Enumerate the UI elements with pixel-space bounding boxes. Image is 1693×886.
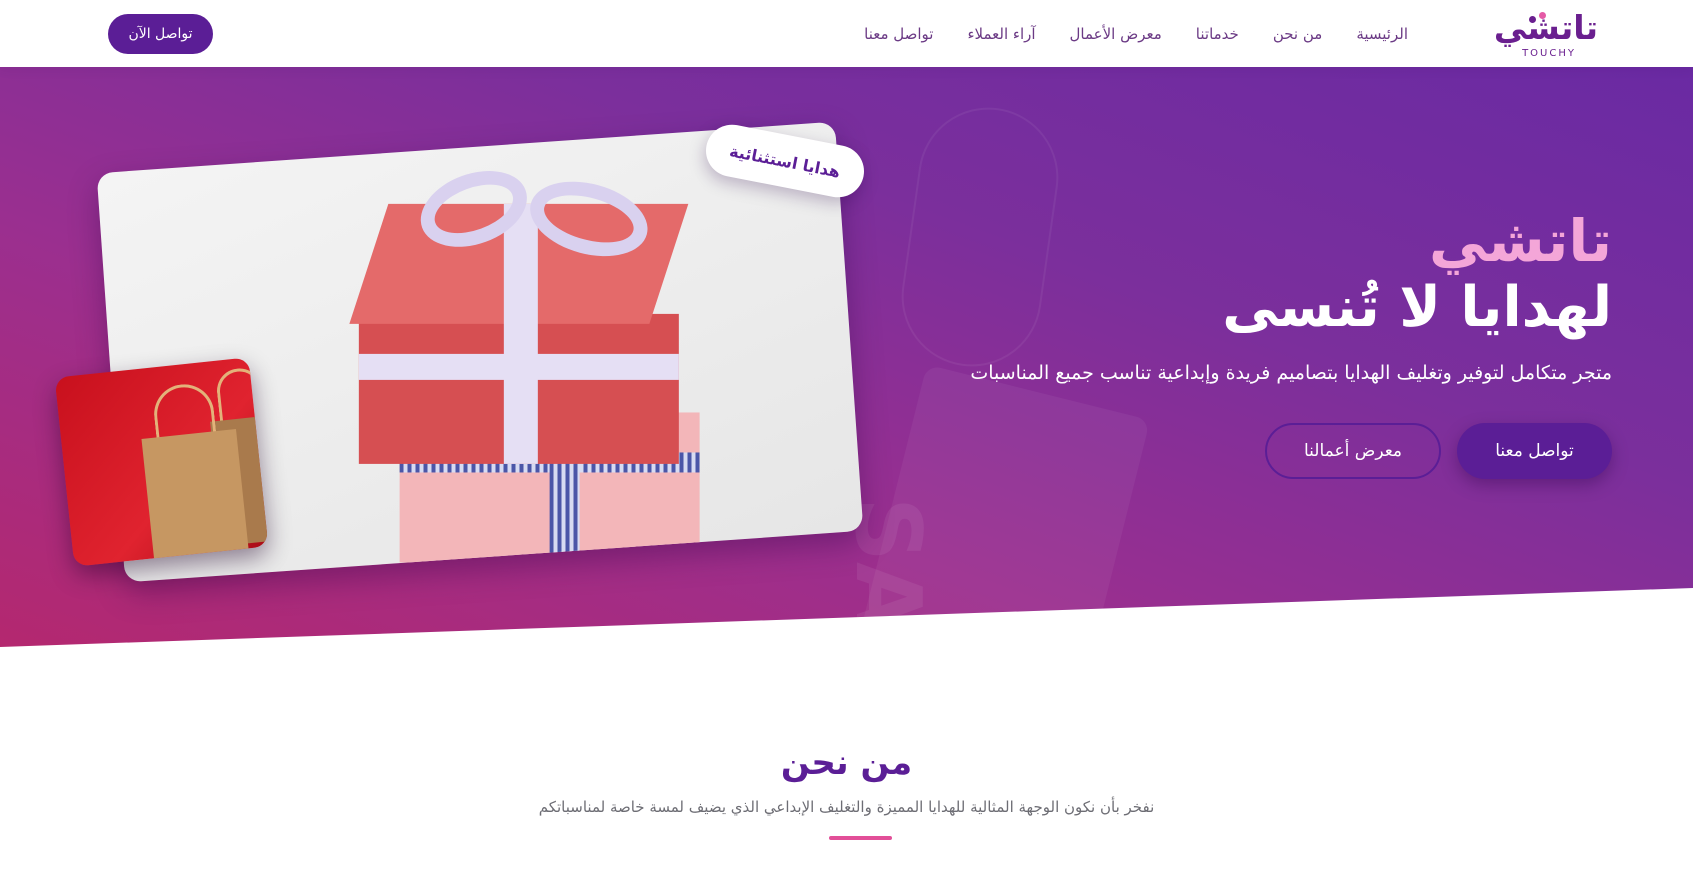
hero-bags-image xyxy=(54,357,269,567)
nav-link-contact[interactable]: تواصل معنا xyxy=(864,25,933,43)
hero-title-brand: تاتشي xyxy=(1428,207,1612,275)
hero-bg-loop-shape xyxy=(892,98,1068,376)
logo[interactable]: تاتشي TOUCHY xyxy=(1488,8,1599,60)
gift-box-red xyxy=(349,157,689,464)
about-title: من نحن xyxy=(780,743,913,783)
contact-now-button[interactable]: تواصل الآن xyxy=(108,14,213,54)
hero-subtitle: متجر متكامل لتوفير وتغليف الهدايا بتصامي… xyxy=(970,362,1612,384)
nav-link-testimonials[interactable]: آراء العملاء xyxy=(967,25,1035,43)
ribbon-lilac-v xyxy=(503,203,538,464)
main-nav: الرئيسية من نحن خدماتنا معرض الأعمال آرا… xyxy=(864,0,1408,67)
logo-dot-icon xyxy=(1529,16,1536,23)
hero-title-tagline: لهدايا لا تُنسى xyxy=(1222,275,1612,340)
paper-bag xyxy=(141,429,250,564)
logo-text-en: TOUCHY xyxy=(1522,48,1576,59)
navbar: تاتشي TOUCHY الرئيسية من نحن خدماتنا معر… xyxy=(0,0,1693,67)
nav-link-about[interactable]: من نحن xyxy=(1273,25,1323,43)
about-text: نفخر بأن نكون الوجهة المثالية للهدايا ال… xyxy=(538,798,1155,816)
nav-link-services[interactable]: خدماتنا xyxy=(1196,25,1239,43)
nav-link-portfolio[interactable]: معرض الأعمال xyxy=(1070,25,1162,43)
portfolio-button[interactable]: معرض أعمالنا xyxy=(1265,423,1441,479)
section-divider xyxy=(829,836,892,840)
hero-section: SA تاتشي لهدايا لا تُنسى متجر متكامل لتو… xyxy=(0,67,1693,647)
nav-link-home[interactable]: الرئيسية xyxy=(1356,25,1408,43)
logo-dot-icon xyxy=(1539,12,1546,19)
contact-us-button[interactable]: تواصل معنا xyxy=(1457,423,1612,479)
